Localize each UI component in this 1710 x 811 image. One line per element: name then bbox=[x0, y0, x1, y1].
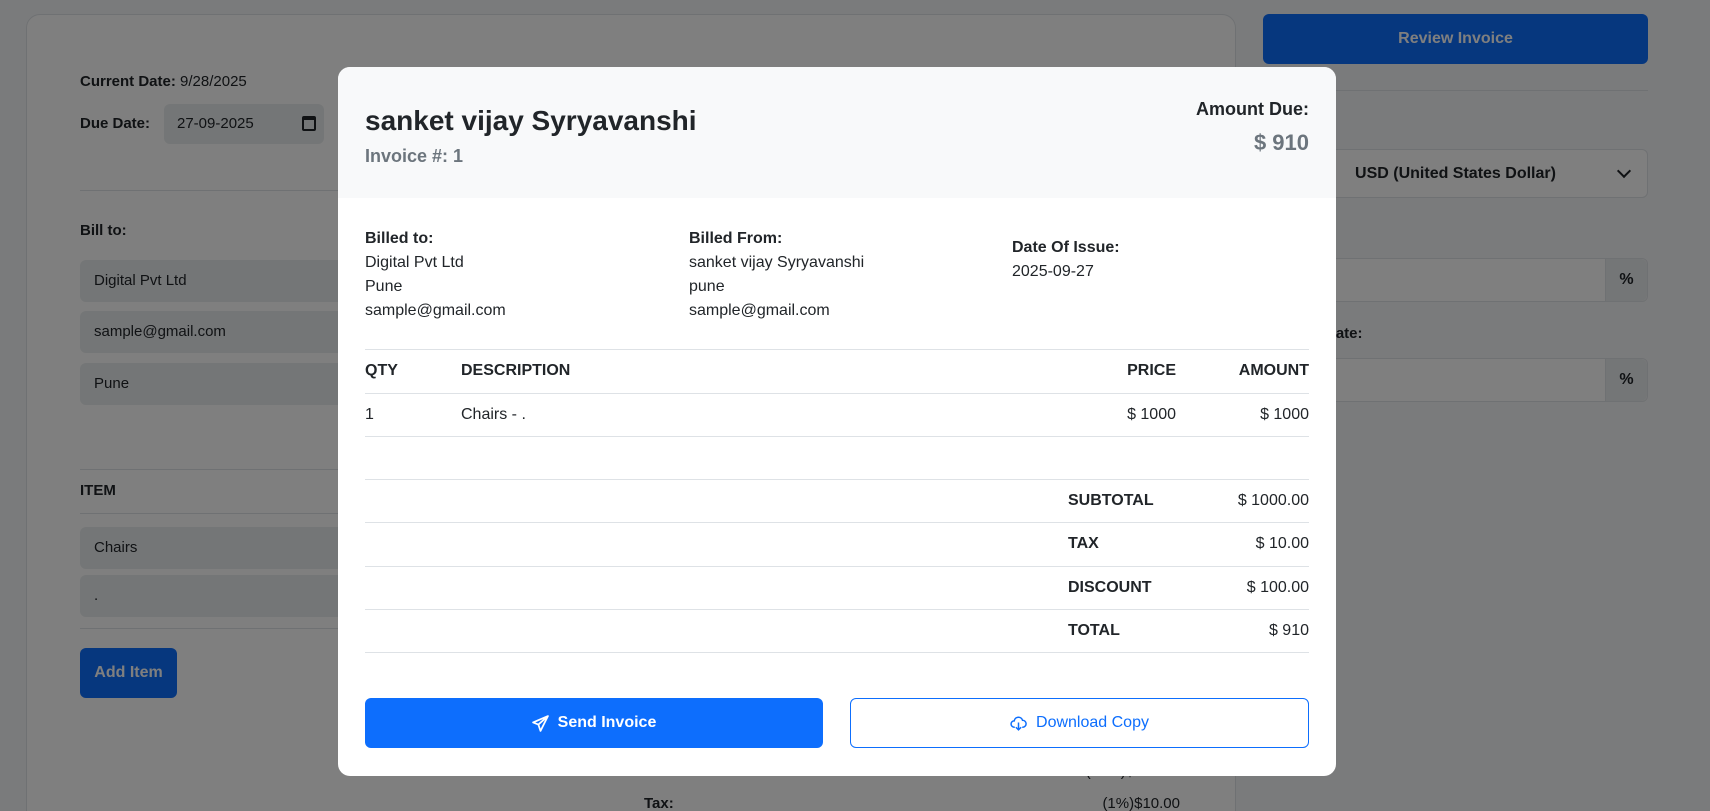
item-row-amount: $ 1000 bbox=[1260, 406, 1309, 423]
billed-from-email: sample@gmail.com bbox=[689, 302, 830, 319]
column-header-description: DESCRIPTION bbox=[461, 362, 571, 379]
billed-from-address: pune bbox=[689, 278, 725, 295]
table-divider bbox=[365, 609, 1309, 610]
item-row-description: Chairs - . bbox=[461, 406, 526, 423]
download-copy-button[interactable]: Download Copy bbox=[850, 698, 1309, 748]
billed-from-block: Billed From: sanket vijay Syryavanshi pu… bbox=[689, 227, 864, 323]
tax-value: $ 10.00 bbox=[1255, 535, 1309, 552]
billed-from-label: Billed From: bbox=[689, 230, 783, 247]
invoice-preview-modal: sanket vijay Syryavanshi Invoice #: 1 Am… bbox=[338, 67, 1336, 776]
amount-due-label: Amount Due: bbox=[1196, 99, 1309, 119]
send-invoice-label: Send Invoice bbox=[557, 714, 657, 731]
tax-label: TAX bbox=[1068, 535, 1099, 552]
invoice-number: Invoice #: 1 bbox=[365, 146, 464, 166]
item-row-qty: 1 bbox=[365, 406, 374, 423]
send-invoice-button[interactable]: Send Invoice bbox=[365, 698, 823, 748]
amount-due-value: $ 910 bbox=[1253, 130, 1309, 155]
discount-label: DISCOUNT bbox=[1068, 579, 1152, 596]
column-header-qty: QTY bbox=[365, 362, 398, 379]
modal-header: sanket vijay Syryavanshi Invoice #: 1 Am… bbox=[338, 67, 1336, 198]
send-icon bbox=[531, 714, 549, 732]
date-of-issue-value: 2025-09-27 bbox=[1012, 263, 1094, 280]
billed-to-block: Billed to: Digital Pvt Ltd Pune sample@g… bbox=[365, 227, 506, 323]
date-of-issue-block: Date Of Issue: 2025-09-27 bbox=[1012, 236, 1120, 284]
total-value: $ 910 bbox=[1268, 622, 1309, 639]
table-divider bbox=[365, 349, 1309, 350]
discount-value: $ 100.00 bbox=[1246, 579, 1309, 596]
item-row-price: $ 1000 bbox=[1127, 406, 1176, 423]
billed-to-email: sample@gmail.com bbox=[365, 302, 506, 319]
table-divider bbox=[365, 393, 1309, 394]
billed-to-address: Pune bbox=[365, 278, 403, 295]
billed-from-name: sanket vijay Syryavanshi bbox=[689, 254, 865, 271]
billed-to-label: Billed to: bbox=[365, 230, 434, 247]
table-divider bbox=[365, 436, 1309, 437]
issuer-name: sanket vijay Syryavanshi bbox=[365, 105, 697, 136]
billed-to-name: Digital Pvt Ltd bbox=[365, 254, 464, 271]
subtotal-label: SUBTOTAL bbox=[1068, 492, 1154, 509]
table-divider bbox=[365, 652, 1309, 653]
column-header-price: PRICE bbox=[1127, 362, 1176, 379]
subtotal-value: $ 1000.00 bbox=[1237, 492, 1309, 509]
table-divider bbox=[365, 522, 1309, 523]
cloud-download-icon bbox=[1010, 716, 1027, 731]
column-header-amount: AMOUNT bbox=[1238, 362, 1309, 379]
download-copy-label: Download Copy bbox=[1036, 714, 1149, 731]
table-divider bbox=[365, 479, 1309, 480]
total-label: TOTAL bbox=[1068, 622, 1120, 639]
date-of-issue-label: Date Of Issue: bbox=[1012, 239, 1120, 256]
table-divider bbox=[365, 566, 1309, 567]
